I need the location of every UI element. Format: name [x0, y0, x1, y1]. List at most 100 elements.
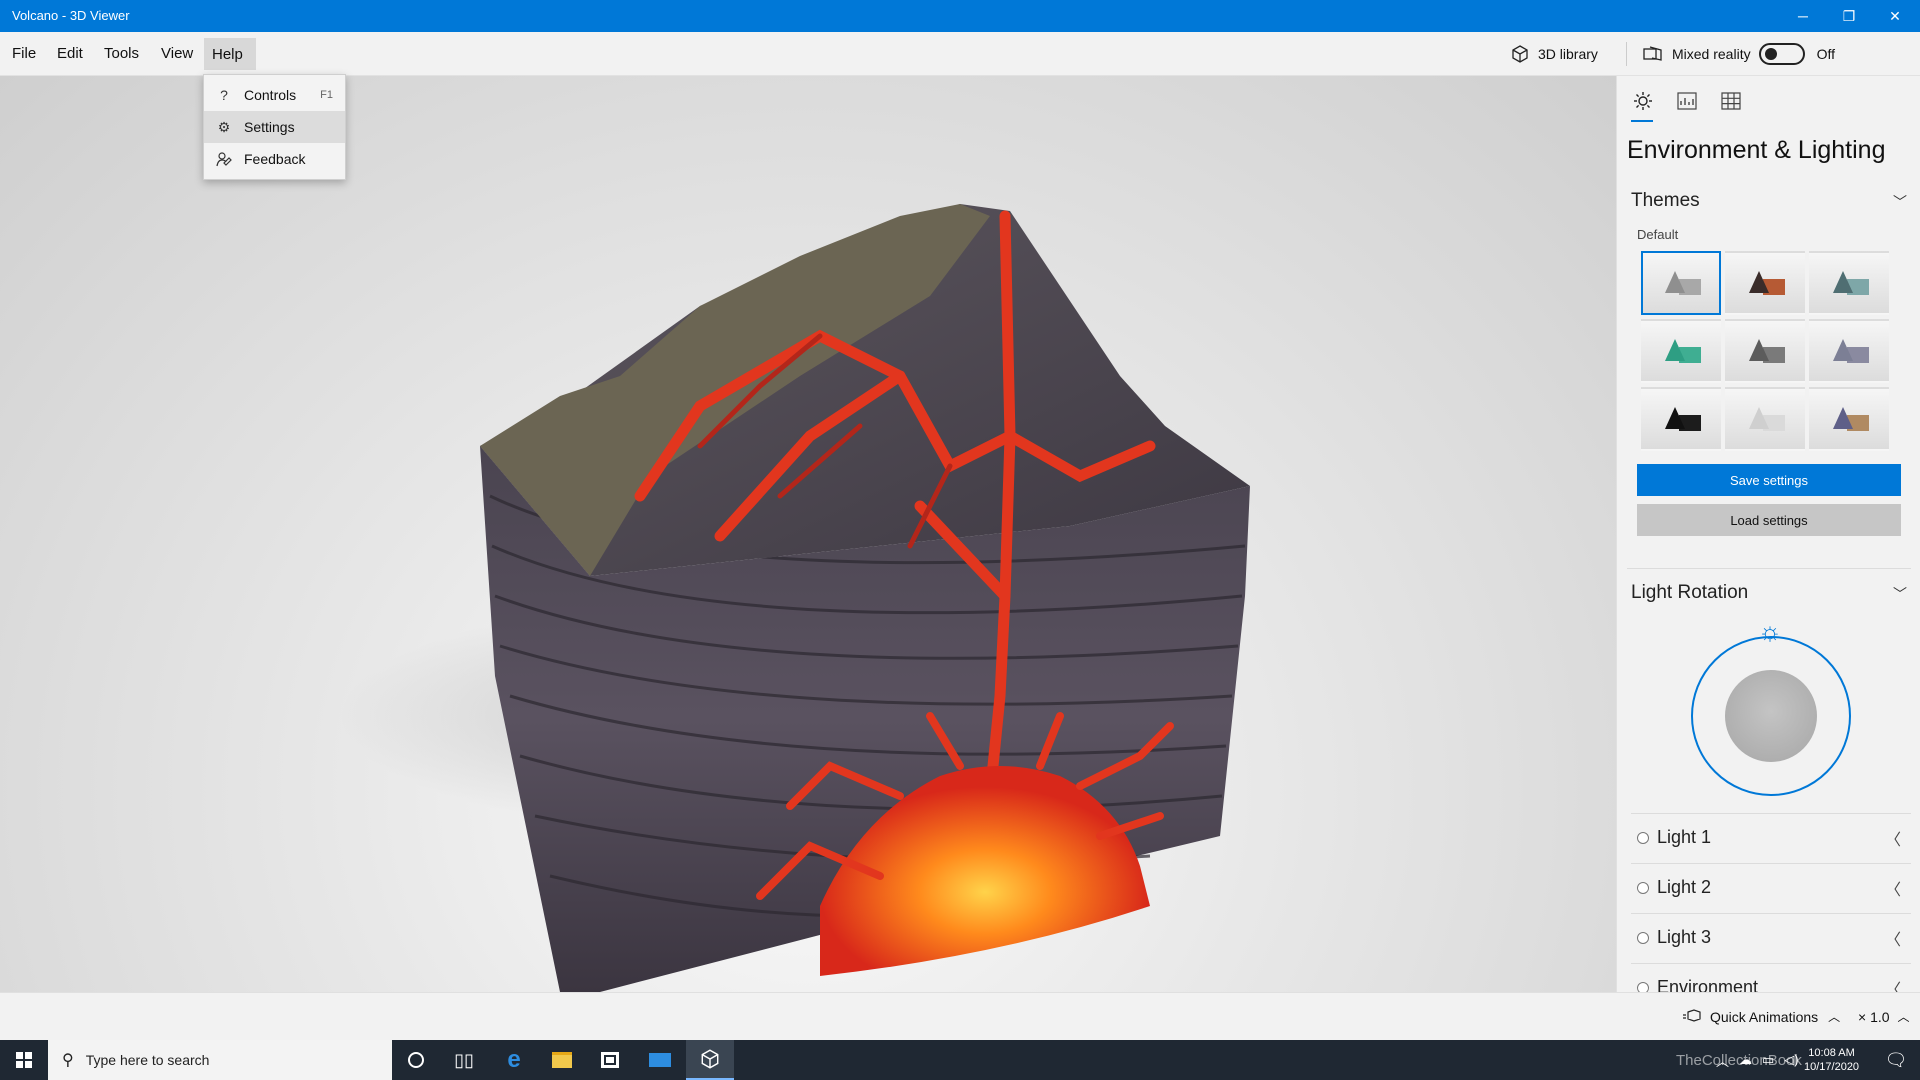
feedback-icon: [204, 151, 244, 167]
3d-library-button[interactable]: 3D library: [1510, 32, 1598, 76]
cortana-circle-icon: [408, 1052, 424, 1068]
theme-swatch[interactable]: [1725, 387, 1805, 451]
light-row-2[interactable]: Light 2 〈: [1631, 863, 1911, 911]
mail-button[interactable]: [636, 1040, 684, 1080]
cube-icon: [1512, 45, 1528, 63]
search-placeholder: Type here to search: [85, 1052, 210, 1068]
themes-section-header[interactable]: Themes ﹀: [1631, 190, 1911, 230]
taskbar-search-box[interactable]: ⚲ Type here to search: [48, 1040, 392, 1080]
volcano-model[interactable]: [0, 76, 1616, 992]
theme-cone-shape: [1833, 407, 1853, 429]
save-settings-button[interactable]: Save settings: [1637, 464, 1901, 496]
grid-icon: [1721, 92, 1741, 110]
mail-icon: [649, 1053, 671, 1067]
minimize-button[interactable]: ─: [1780, 0, 1826, 32]
folder-icon: [552, 1052, 572, 1068]
light-row-3[interactable]: Light 3 〈: [1631, 913, 1911, 961]
menu-help[interactable]: Help: [204, 38, 256, 70]
status-bar: Quick Animations ︿ × 1.0 ︿: [0, 992, 1920, 1040]
theme-cone-shape: [1749, 271, 1769, 293]
store-button[interactable]: [586, 1040, 634, 1080]
panel-title: Environment & Lighting: [1627, 136, 1886, 164]
task-view-icon: ▯▯: [454, 1049, 474, 1070]
menu-separator: [1626, 42, 1627, 66]
file-explorer-button[interactable]: [538, 1040, 586, 1080]
3d-viewer-taskbar-button[interactable]: [686, 1040, 734, 1080]
environment-label: Environment: [1657, 977, 1759, 992]
chevron-up-icon: ︿: [1897, 1010, 1910, 1024]
light-1-radio[interactable]: [1637, 831, 1649, 844]
light-1-label: Light 1: [1657, 827, 1712, 847]
tab-environment-lighting[interactable]: [1627, 88, 1659, 122]
gear-icon: ⚙: [217, 118, 231, 135]
mixed-reality-state: Off: [1816, 46, 1836, 62]
theme-cone-shape: [1749, 407, 1769, 429]
clock[interactable]: 10:08 AM 10/17/2020: [1804, 1040, 1859, 1080]
light-3-radio[interactable]: [1637, 931, 1649, 944]
restore-button[interactable]: ❐: [1826, 0, 1872, 32]
notifications-button[interactable]: 🗨: [1872, 1040, 1920, 1080]
menu-bar: File Edit Tools View Help 3D library Mix…: [0, 32, 1920, 76]
menu-edit[interactable]: Edit: [49, 42, 91, 66]
taskbar: ⚲ Type here to search ▯▯ e TheCollection…: [0, 1040, 1920, 1080]
system-tray-icons[interactable]: ︿ ☁ ▭ ◁): [1716, 1040, 1799, 1080]
theme-swatch-grid: [1641, 251, 1891, 451]
3d-library-label: 3D library: [1538, 46, 1598, 62]
theme-swatch[interactable]: [1809, 319, 1889, 383]
light-2-radio[interactable]: [1637, 881, 1649, 894]
menu-view[interactable]: View: [153, 42, 201, 66]
store-icon: [601, 1052, 619, 1068]
environment-radio[interactable]: [1637, 981, 1649, 992]
clock-date: 10/17/2020: [1804, 1061, 1860, 1073]
chevron-left-icon: 〈: [1884, 881, 1901, 899]
chevron-left-icon: 〈: [1884, 981, 1901, 993]
theme-cone-shape: [1833, 271, 1853, 293]
tab-stats-shading[interactable]: [1671, 88, 1703, 114]
theme-swatch[interactable]: [1809, 387, 1889, 451]
mixed-reality-toggle[interactable]: [1758, 43, 1805, 65]
quick-animations-label: Quick Animations: [1710, 1008, 1819, 1025]
3d-viewport[interactable]: [0, 76, 1616, 992]
menu-file[interactable]: File: [4, 42, 44, 66]
theme-swatch[interactable]: [1641, 251, 1721, 315]
theme-swatch[interactable]: [1725, 319, 1805, 383]
light-position-handle-icon[interactable]: ☼: [1755, 616, 1785, 646]
menu-tools[interactable]: Tools: [96, 42, 147, 66]
light-rotation-dial[interactable]: [1691, 636, 1851, 796]
close-button[interactable]: ✕: [1872, 0, 1918, 32]
quick-animations-button[interactable]: Quick Animations ︿: [1682, 1008, 1840, 1025]
3d-viewer-icon: [701, 1049, 719, 1069]
animation-speed-button[interactable]: × 1.0 ︿: [1858, 1008, 1910, 1025]
theme-cone-shape: [1749, 339, 1769, 361]
cortana-button[interactable]: [392, 1040, 440, 1080]
sun-icon: [1634, 92, 1652, 110]
environment-panel: Environment & Lighting Themes ﹀ Default …: [1616, 76, 1920, 992]
menu-item-controls[interactable]: ? Controls F1: [204, 79, 345, 111]
theme-cone-shape: [1665, 407, 1685, 429]
clock-time: 10:08 AM: [1808, 1047, 1855, 1059]
theme-swatch[interactable]: [1641, 319, 1721, 383]
task-view-button[interactable]: ▯▯: [440, 1040, 488, 1080]
menu-item-settings[interactable]: ⚙ Settings: [204, 111, 345, 143]
menu-item-feedback[interactable]: Feedback: [204, 143, 345, 175]
speed-label: × 1.0: [1858, 1008, 1890, 1025]
themes-heading: Themes: [1631, 190, 1700, 211]
theme-swatch[interactable]: [1725, 251, 1805, 315]
search-icon: ⚲: [62, 1052, 74, 1069]
theme-cone-shape: [1833, 339, 1853, 361]
load-settings-button[interactable]: Load settings: [1637, 504, 1901, 536]
start-button[interactable]: [0, 1040, 48, 1080]
chevron-up-icon: ︿: [1716, 1053, 1730, 1069]
light-row-1[interactable]: Light 1 〈: [1631, 813, 1911, 861]
minimize-icon: ─: [1798, 8, 1808, 24]
chevron-down-icon: ﹀: [1893, 194, 1907, 210]
light-row-environment[interactable]: Environment 〈: [1631, 963, 1911, 992]
edge-button[interactable]: e: [490, 1040, 538, 1080]
theme-swatch[interactable]: [1641, 387, 1721, 451]
settings-label: Settings: [244, 119, 295, 135]
mixed-reality-icon: [1643, 46, 1662, 61]
light-3-label: Light 3: [1657, 927, 1712, 947]
mixed-reality-label: Mixed reality: [1672, 46, 1751, 62]
theme-swatch[interactable]: [1809, 251, 1889, 315]
tab-grid-views[interactable]: [1715, 88, 1747, 114]
